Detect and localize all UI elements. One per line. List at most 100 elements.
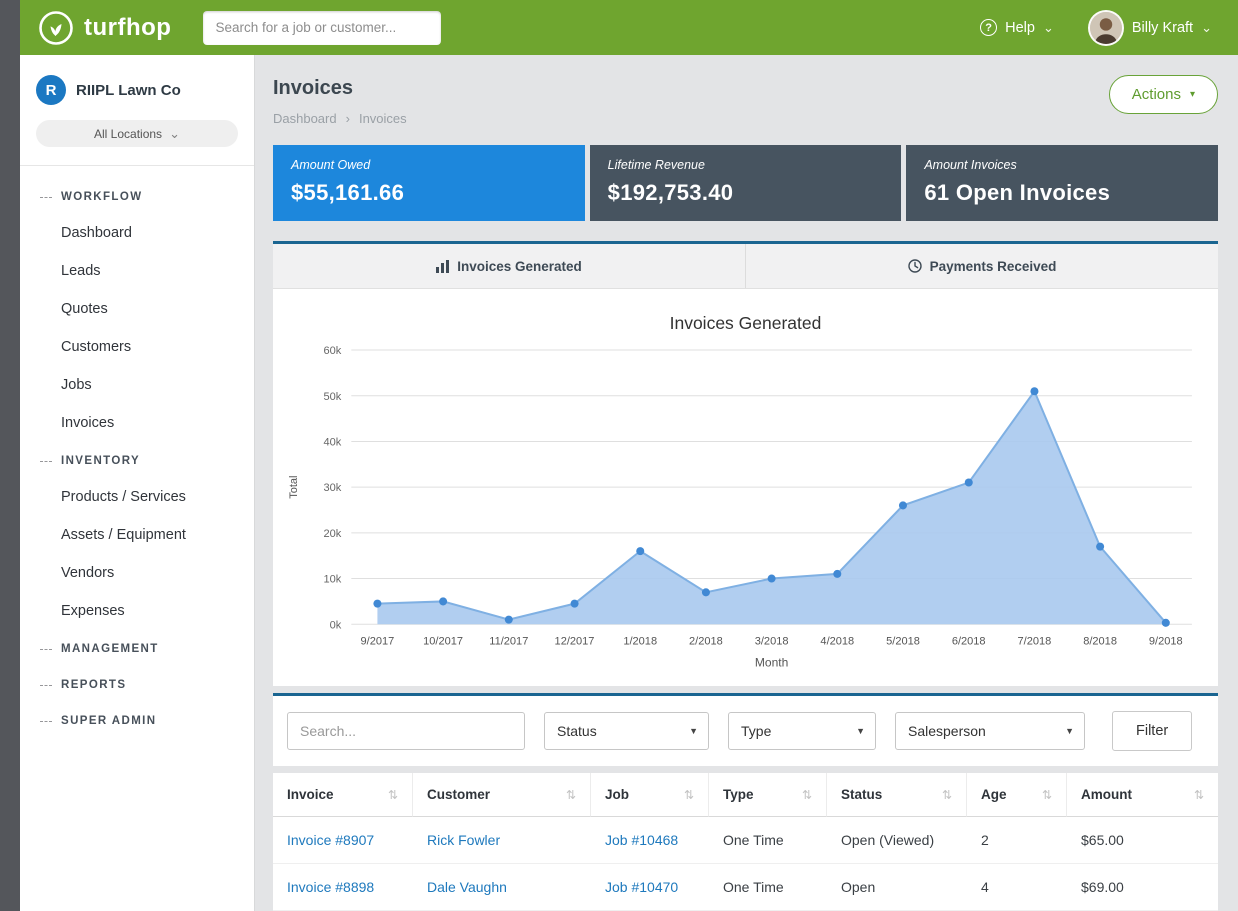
cell-customer[interactable]: Dale Vaughn xyxy=(413,864,591,911)
stat-value: $55,161.66 xyxy=(291,180,567,206)
svg-text:9/2018: 9/2018 xyxy=(1149,635,1183,647)
column-label: Invoice xyxy=(287,787,334,802)
section-dash-icon xyxy=(40,197,52,198)
select-value: Salesperson xyxy=(908,723,986,739)
invoices-generated-chart: 0k10k20k30k40k50k60k9/201710/201711/2017… xyxy=(281,336,1210,682)
section-dash-icon xyxy=(40,649,52,650)
sort-icon: ⇅ xyxy=(802,788,812,802)
sort-icon: ⇅ xyxy=(1194,788,1204,802)
svg-text:9/2017: 9/2017 xyxy=(361,635,395,647)
help-menu[interactable]: ? Help ⌄ xyxy=(980,19,1054,36)
status-select[interactable]: Status▼ xyxy=(544,712,709,750)
sidebar-item-leads[interactable]: Leads xyxy=(20,252,254,290)
sidebar-section-workflow[interactable]: WORKFLOW xyxy=(20,178,254,214)
column-header-status[interactable]: Status⇅ xyxy=(827,773,967,817)
caret-down-icon: ▾ xyxy=(1190,89,1195,100)
svg-text:12/2017: 12/2017 xyxy=(555,635,595,647)
section-dash-icon xyxy=(40,461,52,462)
table-row: Invoice #8907Rick FowlerJob #10468One Ti… xyxy=(273,817,1218,864)
sidebar-section-super-admin[interactable]: SUPER ADMIN xyxy=(20,702,254,738)
salesperson-select[interactable]: Salesperson▼ xyxy=(895,712,1085,750)
select-value: Type xyxy=(741,723,771,739)
stat-card-amount-owed: Amount Owed$55,161.66 xyxy=(273,145,585,221)
avatar xyxy=(1088,10,1124,46)
page-title: Invoices xyxy=(273,77,407,100)
column-label: Amount xyxy=(1081,787,1132,802)
sidebar-item-expenses[interactable]: Expenses xyxy=(20,592,254,630)
company-logo: R xyxy=(36,75,66,105)
section-dash-icon xyxy=(40,721,52,722)
brand[interactable]: turfhop xyxy=(38,10,171,46)
invoices-table: Invoice⇅Customer⇅Job⇅Type⇅Status⇅Age⇅Amo… xyxy=(273,773,1218,911)
cell-job[interactable]: Job #10470 xyxy=(591,864,709,911)
global-search-input[interactable] xyxy=(203,11,441,45)
cell-age: 4 xyxy=(967,864,1067,911)
cell-invoice[interactable]: Invoice #8907 xyxy=(273,817,413,864)
cell-type: One Time xyxy=(709,864,827,911)
clock-icon xyxy=(908,259,922,273)
breadcrumb-separator: › xyxy=(346,111,350,126)
column-label: Job xyxy=(605,787,629,802)
sidebar-item-products-services[interactable]: Products / Services xyxy=(20,478,254,516)
turfhop-logo-icon xyxy=(38,10,74,46)
user-menu[interactable]: Billy Kraft ⌄ xyxy=(1088,10,1212,46)
filter-bar: Status▼ Type▼ Salesperson▼ Filter xyxy=(273,693,1218,766)
cell-invoice[interactable]: Invoice #8898 xyxy=(273,864,413,911)
sidebar-item-dashboard[interactable]: Dashboard xyxy=(20,214,254,252)
svg-text:Month: Month xyxy=(755,655,788,669)
filter-selects: Status▼ Type▼ Salesperson▼ xyxy=(544,712,1085,750)
chart-tabbar: Invoices Generated Payments Received xyxy=(273,244,1218,289)
column-header-job[interactable]: Job⇅ xyxy=(591,773,709,817)
sidebar-section-management[interactable]: MANAGEMENT xyxy=(20,630,254,666)
sidebar-section-reports[interactable]: REPORTS xyxy=(20,666,254,702)
chart-panel: Invoices Generated Payments Received Inv… xyxy=(273,241,1218,686)
sort-icon: ⇅ xyxy=(388,788,398,802)
column-header-type[interactable]: Type ⇅ xyxy=(709,773,827,817)
svg-text:40k: 40k xyxy=(323,436,341,448)
svg-text:60k: 60k xyxy=(323,345,341,357)
svg-text:1/2018: 1/2018 xyxy=(623,635,657,647)
bar-chart-icon xyxy=(436,260,449,273)
cell-customer[interactable]: Rick Fowler xyxy=(413,817,591,864)
filter-button[interactable]: Filter xyxy=(1112,711,1192,751)
sidebar-item-invoices[interactable]: Invoices xyxy=(20,404,254,442)
cell-age: 2 xyxy=(967,817,1067,864)
select-value: Status xyxy=(557,723,597,739)
sidebar-item-jobs[interactable]: Jobs xyxy=(20,366,254,404)
sidebar-item-customers[interactable]: Customers xyxy=(20,328,254,366)
tab-payments-received[interactable]: Payments Received xyxy=(745,244,1218,288)
sidebar-item-vendors[interactable]: Vendors xyxy=(20,554,254,592)
column-header-age[interactable]: Age⇅ xyxy=(967,773,1067,817)
sidebar: R RIIPL Lawn Co All Locations ⌄ WORKFLOW… xyxy=(20,55,255,911)
location-selector[interactable]: All Locations ⌄ xyxy=(36,120,238,147)
sidebar-section-inventory[interactable]: INVENTORY xyxy=(20,442,254,478)
actions-button[interactable]: Actions ▾ xyxy=(1109,75,1218,114)
sidebar-item-assets-equipment[interactable]: Assets / Equipment xyxy=(20,516,254,554)
table-search-input[interactable] xyxy=(287,712,525,750)
stat-label: Lifetime Revenue xyxy=(608,158,884,172)
type-select[interactable]: Type▼ xyxy=(728,712,876,750)
svg-text:7/2018: 7/2018 xyxy=(1018,635,1052,647)
column-label: Type xyxy=(723,787,754,802)
svg-text:0k: 0k xyxy=(330,619,342,631)
svg-text:2/2018: 2/2018 xyxy=(689,635,723,647)
column-header-invoice[interactable]: Invoice ⇅ xyxy=(273,773,413,817)
column-header-amount[interactable]: Amount ⇅ xyxy=(1067,773,1218,817)
chart-area: Invoices Generated 0k10k20k30k40k50k60k9… xyxy=(273,289,1218,686)
column-header-customer[interactable]: Customer⇅ xyxy=(413,773,591,817)
stat-label: Amount Invoices xyxy=(924,158,1200,172)
tab-label: Invoices Generated xyxy=(457,259,582,274)
sidebar-section-label: INVENTORY xyxy=(61,455,140,467)
chevron-down-icon: ⌄ xyxy=(169,126,180,142)
svg-text:10/2017: 10/2017 xyxy=(423,635,463,647)
svg-text:5/2018: 5/2018 xyxy=(886,635,920,647)
sidebar-section-label: WORKFLOW xyxy=(61,191,142,203)
section-dash-icon xyxy=(40,685,52,686)
cell-job[interactable]: Job #10468 xyxy=(591,817,709,864)
svg-text:Total: Total xyxy=(288,475,300,498)
sidebar-item-quotes[interactable]: Quotes xyxy=(20,290,254,328)
svg-text:10k: 10k xyxy=(323,574,341,586)
breadcrumb-dashboard[interactable]: Dashboard xyxy=(273,111,337,126)
tab-invoices-generated[interactable]: Invoices Generated xyxy=(273,244,745,288)
sidebar-section-label: REPORTS xyxy=(61,679,126,691)
